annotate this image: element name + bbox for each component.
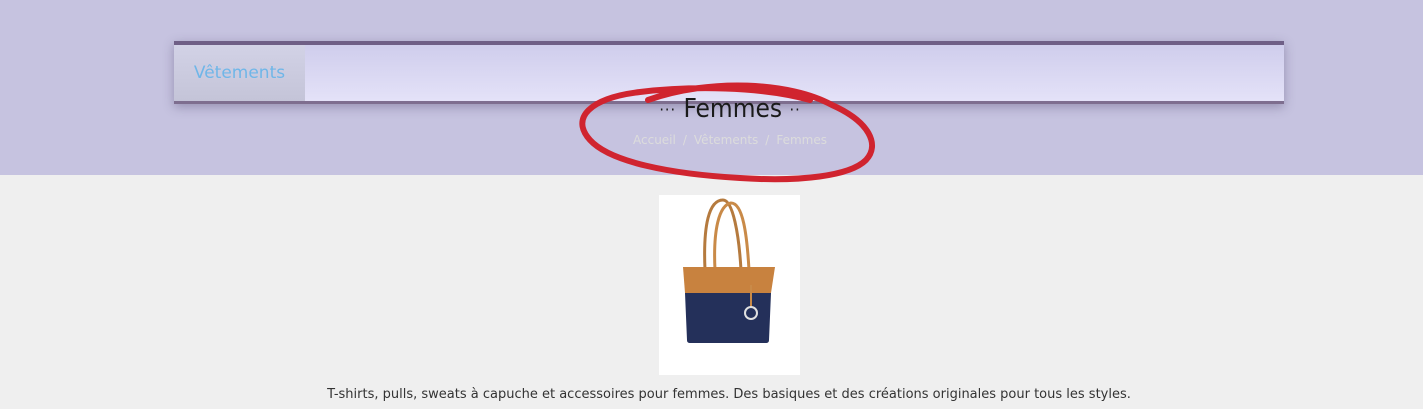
breadcrumb-separator: / [682,133,687,147]
breadcrumb: Accueil / Vêtements / Femmes [540,133,920,147]
breadcrumb-separator: / [765,133,770,147]
handbag-image [683,198,775,343]
breadcrumb-home[interactable]: Accueil [633,133,676,147]
breadcrumb-current: Femmes [776,133,827,147]
page: Vêtements ··· Femmes ·· Accueil / Vêtement… [0,0,1423,409]
page-title-text: Femmes [683,94,783,124]
breadcrumb-vetements[interactable]: Vêtements [694,133,758,147]
title-prefix-dots: ··· [659,100,677,119]
category-description: T-shirts, pulls, sweats à capuche et acc… [327,387,1131,402]
product-image[interactable] [659,195,800,375]
title-suffix-dots: ·· [789,100,801,119]
nav-item-vetements[interactable]: Vêtements [174,45,305,101]
page-title: ··· Femmes ·· [540,94,920,124]
